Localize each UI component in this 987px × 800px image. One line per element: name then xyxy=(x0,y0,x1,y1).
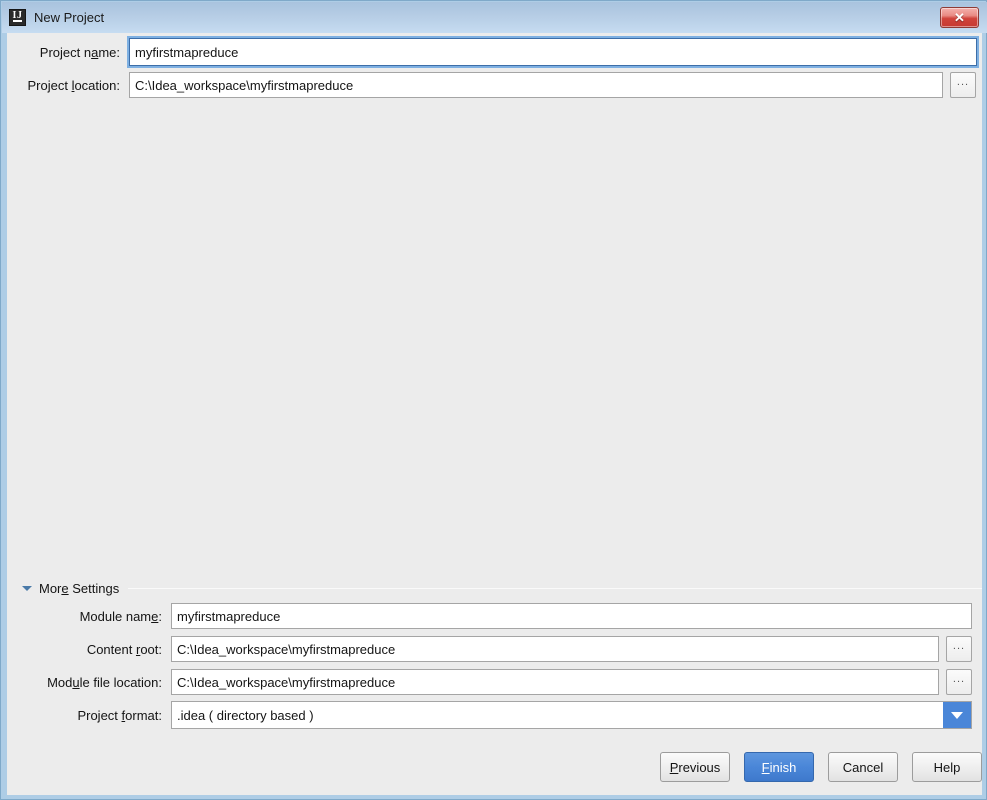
module-name-input[interactable]: myfirstmapreduce xyxy=(171,603,972,629)
close-button[interactable]: ✕ xyxy=(940,7,979,28)
content-root-browse-button[interactable]: ... xyxy=(946,636,972,662)
project-name-input[interactable]: myfirstmapreduce xyxy=(129,38,977,66)
module-file-location-input[interactable]: C:\Idea_workspace\myfirstmapreduce xyxy=(171,669,939,695)
module-file-location-value: C:\Idea_workspace\myfirstmapreduce xyxy=(177,674,396,690)
help-button[interactable]: Help xyxy=(912,752,982,782)
project-location-value: C:\Idea_workspace\myfirstmapreduce xyxy=(135,77,354,93)
module-file-location-browse-button[interactable]: ... xyxy=(946,669,972,695)
window-title: New Project xyxy=(34,10,105,25)
module-name-label: Module name: xyxy=(79,608,162,624)
more-settings-toggle[interactable]: More Settings xyxy=(22,578,982,598)
content-root-value: C:\Idea_workspace\myfirstmapreduce xyxy=(177,641,396,657)
dialog-content: Project name: myfirstmapreduce Project l… xyxy=(7,33,982,795)
finish-button[interactable]: Finish xyxy=(744,752,814,782)
content-root-label: Content root: xyxy=(86,641,162,657)
project-name-row: Project name: myfirstmapreduce xyxy=(22,38,982,66)
previous-button[interactable]: Previous xyxy=(660,752,730,782)
project-format-value: .idea ( directory based ) xyxy=(177,707,314,723)
more-settings-separator xyxy=(128,587,982,589)
cancel-button[interactable]: Cancel xyxy=(828,752,898,782)
new-project-dialog-window: IJ New Project ✕ Project name: myfirstma… xyxy=(0,0,987,800)
module-name-value: myfirstmapreduce xyxy=(177,608,281,624)
close-icon: ✕ xyxy=(954,10,965,25)
module-name-row: Module name: myfirstmapreduce xyxy=(22,603,982,629)
more-settings-label: More Settings xyxy=(39,580,120,596)
project-name-value: myfirstmapreduce xyxy=(135,44,239,60)
content-root-input[interactable]: C:\Idea_workspace\myfirstmapreduce xyxy=(171,636,939,662)
content-root-row: Content root: C:\Idea_workspace\myfirstm… xyxy=(22,636,982,662)
project-location-input[interactable]: C:\Idea_workspace\myfirstmapreduce xyxy=(129,72,943,98)
project-format-label: Project format: xyxy=(77,707,162,723)
project-name-label: Project name: xyxy=(39,44,120,60)
intellij-idea-icon-underline xyxy=(13,20,22,22)
triangle-down-icon xyxy=(22,585,32,591)
chevron-down-icon[interactable] xyxy=(943,702,971,728)
dialog-button-bar: Previous Finish Cancel Help xyxy=(22,751,982,783)
module-file-location-row: Module file location: C:\Idea_workspace\… xyxy=(22,669,982,695)
project-location-row: Project location: C:\Idea_workspace\myfi… xyxy=(22,72,982,98)
title-bar[interactable]: IJ New Project ✕ xyxy=(2,2,987,33)
project-format-select[interactable]: .idea ( directory based ) xyxy=(171,701,972,729)
project-location-browse-button[interactable]: ... xyxy=(950,72,976,98)
project-format-row: Project format: .idea ( directory based … xyxy=(22,701,982,729)
module-file-location-label: Module file location: xyxy=(47,674,162,690)
intellij-idea-icon: IJ xyxy=(9,9,26,26)
project-location-label: Project location: xyxy=(27,77,120,93)
